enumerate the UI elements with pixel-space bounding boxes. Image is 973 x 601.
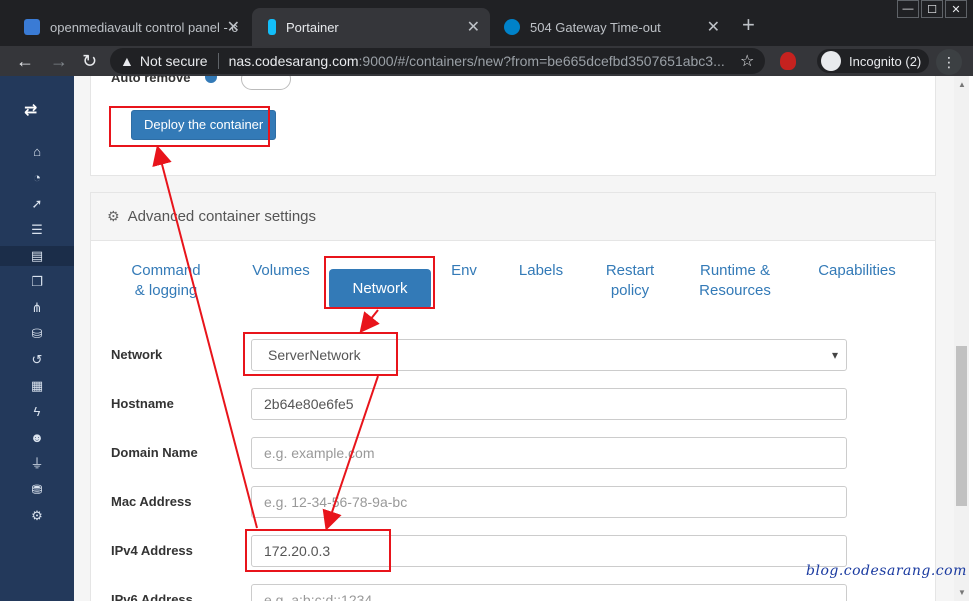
grid-icon[interactable]: ▦ — [0, 376, 74, 396]
annotation-box-network-tab — [324, 256, 435, 309]
address-bar[interactable]: ▲ Not secure nas.codesarang.com :9000/#/… — [110, 48, 765, 74]
back-icon[interactable]: ← — [16, 51, 34, 71]
auto-remove-toggle[interactable] — [241, 76, 291, 90]
scroll-down-icon[interactable]: ▼ — [958, 588, 966, 597]
annotation-box-deploy — [109, 106, 270, 147]
chevron-down-icon: ▾ — [831, 348, 838, 362]
volumes-icon[interactable]: ⛁ — [0, 324, 74, 344]
tab-volumes[interactable]: Volumes — [241, 261, 321, 281]
main-content: Auto remove Deploy the container ⚙ Advan… — [74, 76, 954, 601]
tab-label: Resources — [699, 282, 771, 299]
tab-title: Portainer — [286, 19, 339, 35]
tab-command-logging[interactable]: Command & logging — [121, 261, 211, 301]
scroll-up-icon[interactable]: ▲ — [958, 80, 966, 89]
window-controls: — ☐ ✕ — [895, 0, 967, 18]
tab-label: Command — [131, 262, 201, 279]
users-icon[interactable]: ☻ — [0, 428, 74, 448]
bookmark-star-icon[interactable]: ☆ — [740, 51, 754, 71]
close-window-button[interactable]: ✕ — [945, 0, 967, 18]
tab-labels[interactable]: Labels — [511, 261, 571, 281]
tab-title: 504 Gateway Time-out — [530, 19, 661, 35]
settings-tabs: Command & logging Volumes Network Env La… — [91, 261, 937, 317]
forward-icon[interactable]: → — [50, 51, 68, 71]
url-host: nas.codesarang.com — [228, 53, 359, 69]
hostname-label: Hostname — [111, 396, 174, 411]
incognito-badge[interactable]: Incognito (2) — [817, 49, 930, 73]
browser-tab-portainer[interactable]: Portainer ✕ — [252, 8, 490, 46]
tab-restart-policy[interactable]: Restart policy — [595, 261, 665, 301]
tab-label: Volumes — [252, 262, 310, 279]
tab-label: Capabilities — [818, 262, 896, 279]
portainer-sidebar: ⇄ ⌂ ◔ ➚ ☰ ▤ ❐ ⋔ ⛁ ↺ ▦ ϟ ☻ ⏚ ⛃ ⚙ — [0, 76, 74, 601]
close-icon[interactable]: ✕ — [707, 17, 720, 37]
rocket-icon[interactable]: ➚ — [0, 194, 74, 214]
incognito-label: Incognito (2) — [849, 53, 922, 69]
domain-name-input[interactable]: e.g. example.com — [251, 437, 847, 469]
mac-address-label: Mac Address — [111, 494, 192, 509]
network-label: Network — [111, 347, 163, 362]
tab-label: Labels — [518, 262, 564, 279]
close-icon[interactable]: ✕ — [467, 17, 480, 37]
auto-remove-label: Auto remove — [111, 76, 191, 85]
sidebar-toggle-icon[interactable]: ⇄ — [24, 100, 37, 120]
divider — [217, 53, 219, 69]
portainer-icon — [268, 19, 276, 35]
containers-icon[interactable]: ▤ — [0, 246, 74, 266]
settings-icon[interactable]: ⚙ — [0, 506, 74, 526]
dashboard-icon[interactable]: ◔ — [0, 168, 74, 188]
tab-runtime-resources[interactable]: Runtime & Resources — [689, 261, 781, 301]
browser-tab-omv[interactable]: openmediavault control panel - c ✕ — [12, 8, 250, 46]
maximize-button[interactable]: ☐ — [921, 0, 943, 18]
menu-kebab-icon[interactable]: ⋮ — [936, 49, 962, 75]
hostname-input[interactable]: 2b64e80e6fe5 — [251, 388, 847, 420]
ipv6-address-input[interactable]: e.g. a:b:c:d::1234 — [251, 584, 847, 601]
tab-capabilities[interactable]: Capabilities — [807, 261, 907, 281]
networks-icon[interactable]: ⋔ — [0, 298, 74, 318]
url-path: :9000/#/containers/new?from=be665dcefbd3… — [358, 53, 725, 69]
gear-icon: ⚙ — [107, 208, 120, 224]
scroll-thumb[interactable] — [956, 346, 967, 506]
incognito-icon — [821, 51, 841, 71]
images-icon[interactable]: ❐ — [0, 272, 74, 292]
reload-icon[interactable]: ↻ — [82, 51, 97, 71]
advanced-settings-header: ⚙ Advanced container settings — [91, 193, 935, 241]
history-icon[interactable]: ↺ — [0, 350, 74, 370]
watermark: blog.codesarang.com — [806, 563, 967, 579]
minimize-button[interactable]: — — [897, 0, 919, 18]
tab-label: Runtime & — [699, 262, 771, 279]
domain-name-label: Domain Name — [111, 445, 198, 460]
security-label: Not secure — [139, 53, 208, 69]
nextcloud-icon — [504, 19, 520, 35]
plug-icon[interactable]: ⏚ — [0, 454, 74, 474]
stacks-icon[interactable]: ☰ — [0, 220, 74, 240]
ipv4-address-label: IPv4 Address — [111, 543, 193, 558]
tab-label: Env — [451, 262, 477, 279]
tab-label: & logging — [134, 282, 198, 299]
tab-title: openmediavault control panel - c — [50, 19, 238, 35]
advanced-settings-title: Advanced container settings — [127, 208, 317, 225]
browser-tab-bar: openmediavault control panel - c ✕ Porta… — [0, 0, 973, 46]
warning-icon: ▲ — [120, 53, 134, 69]
tab-label: policy — [610, 282, 650, 299]
annotation-box-ipv4 — [245, 529, 391, 572]
omv-icon — [24, 19, 40, 35]
database-icon[interactable]: ⛃ — [0, 480, 74, 500]
new-tab-button[interactable]: + — [742, 14, 755, 36]
home-icon[interactable]: ⌂ — [0, 142, 74, 162]
page-scrollbar[interactable]: ▲ ▼ — [954, 76, 969, 601]
help-icon[interactable] — [205, 76, 217, 83]
bolt-icon[interactable]: ϟ — [0, 402, 74, 422]
tab-env[interactable]: Env — [441, 261, 487, 281]
close-icon[interactable]: ✕ — [227, 17, 240, 37]
extension-icon[interactable] — [780, 52, 796, 70]
browser-tab-gateway[interactable]: 504 Gateway Time-out ✕ — [492, 8, 730, 46]
annotation-box-network-select — [243, 332, 398, 376]
advanced-settings-panel: ⚙ Advanced container settings Command & … — [90, 192, 936, 601]
mac-address-input[interactable]: e.g. 12-34-56-78-9a-bc — [251, 486, 847, 518]
tab-label: Restart — [605, 262, 655, 279]
ipv6-address-label: IPv6 Address — [111, 592, 193, 601]
